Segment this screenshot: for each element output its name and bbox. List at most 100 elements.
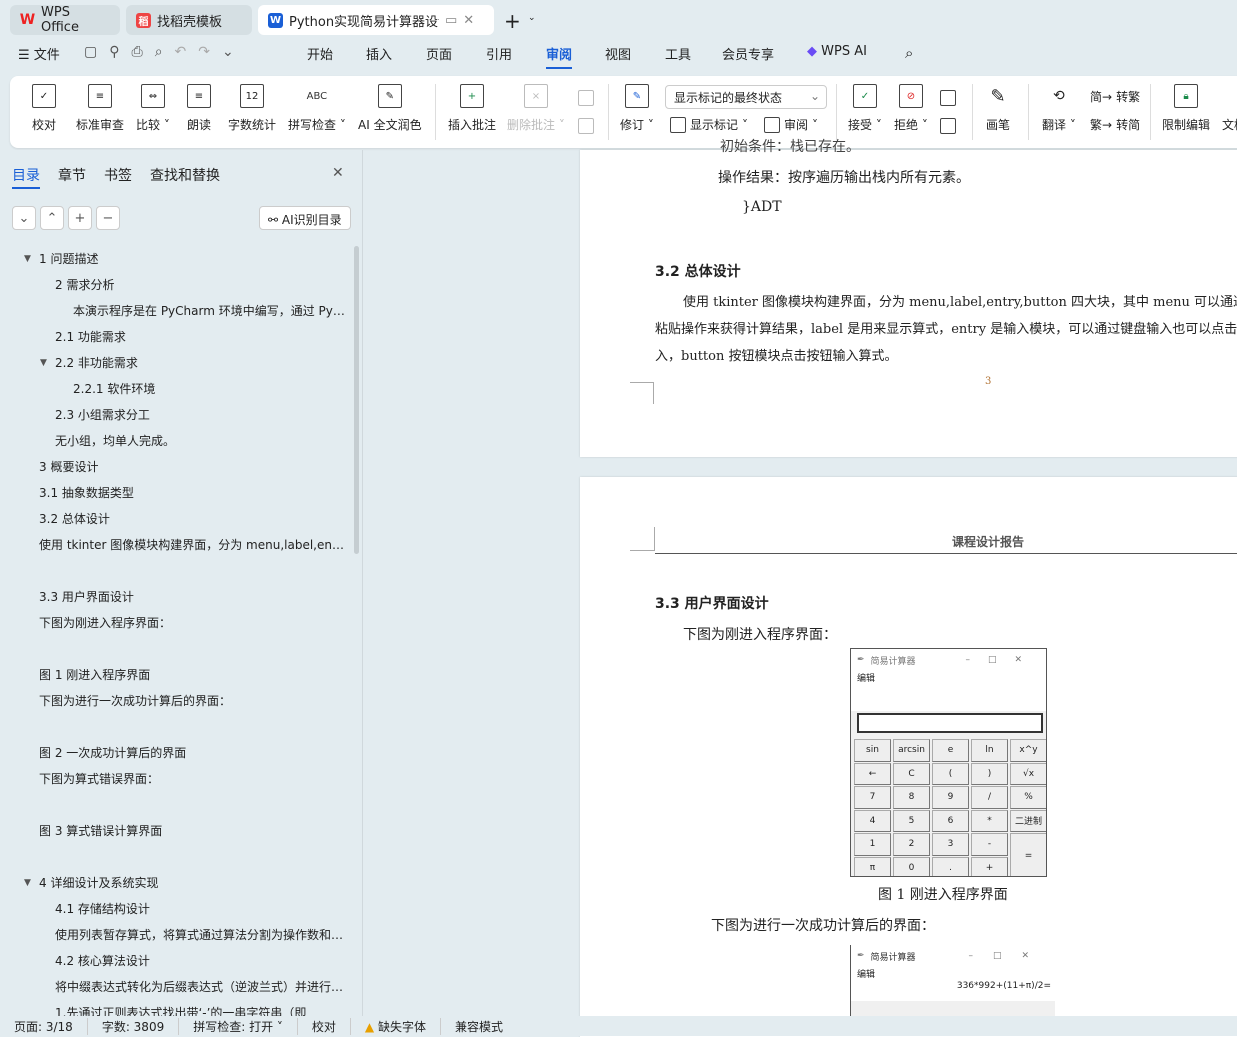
remove-heading-button[interactable]: − [96,206,120,230]
ai-toc-button[interactable]: ⚯ AI识别目录 [259,206,351,230]
toc-item[interactable]: 使用列表暂存算式，将算式通过算法分割为操作数和… [0,922,355,948]
menu-review[interactable]: 审阅 [546,44,573,69]
toc-item[interactable] [0,792,355,818]
print-icon[interactable]: ⎙ [132,44,155,60]
word-count[interactable]: 字数: 3809 [88,1017,180,1035]
toc-item[interactable]: ▼ 1 问题描述 [0,246,355,272]
toc-item[interactable]: 无小组，均单人完成。 [0,428,355,454]
toc-item[interactable]: 图 3 算式错误计算界面 [0,818,355,844]
track-changes-button[interactable]: ✎ 修订 ˅ [620,76,654,133]
toc-item[interactable]: 下图为进行一次成功计算后的界面： [0,688,355,714]
toc-item[interactable]: 下图为刚进入程序界面： [0,610,355,636]
menu-insert[interactable]: 插入 [366,44,392,63]
next-comment-icon[interactable] [578,118,594,134]
toc-item[interactable]: 使用 tkinter 图像模块构建界面，分为 menu,label,ent… [0,532,355,558]
toc-item[interactable]: 本演示程序是在 PyCharm 环境中编写，通过 Py… [0,298,355,324]
menu-page[interactable]: 页面 [426,44,452,63]
pen-button[interactable]: ✎ 画笔 [986,76,1010,133]
translate-button[interactable]: ⟲ 翻译 ˅ [1042,76,1076,133]
quick-access-toolbar: ▢⚲⎙⌕↶↷⌄ [84,44,246,60]
toc-item[interactable]: 2.3 小组需求分工 [0,402,355,428]
toc-item[interactable]: 2 需求分析 [0,272,355,298]
tab-document[interactable]: W Python实现简易计算器设计 课 ▭ ✕ [258,5,494,35]
toc-item[interactable]: 3.1 抽象数据类型 [0,480,355,506]
save-icon[interactable]: ▢ [84,44,109,60]
monitor-icon[interactable]: ▭ [445,13,457,28]
toc-item[interactable]: 3.2 总体设计 [0,506,355,532]
toc-item[interactable] [0,714,355,740]
toc-item[interactable]: 3.3 用户界面设计 [0,584,355,610]
toc-item[interactable]: 下图为算式错误界面： [0,766,355,792]
close-pane-icon[interactable]: ✕ [332,165,344,181]
menu-start[interactable]: 开始 [307,44,333,63]
restrict-editing-button[interactable]: 🔒︎ 限制编辑 [1162,76,1210,133]
search-icon[interactable]: ⌕ [905,44,913,62]
print-preview-icon[interactable]: ⌕ [155,44,175,60]
word-count-button[interactable]: 12 字数统计 [228,76,276,133]
next-change-icon[interactable] [940,118,956,134]
toc-item[interactable]: 将中缀表达式转化为后缀表达式（逆波兰式）并进行… [0,974,355,1000]
nav-tab-find-replace[interactable]: 查找和替换 [150,165,220,185]
toc-item[interactable]: 图 2 一次成功计算后的界面 [0,740,355,766]
toc-item[interactable]: ▼ 2.2 非功能需求 [0,350,355,376]
redo-icon[interactable]: ↷ [198,44,222,60]
prev-change-icon[interactable] [940,90,956,106]
read-aloud-button[interactable]: ≡ 朗读 [187,76,211,133]
undo-icon[interactable]: ↶ [175,44,199,60]
missing-font-status[interactable]: ▲ 缺失字体 [351,1017,441,1035]
page-indicator[interactable]: 页面: 3/18 [0,1017,88,1035]
toc-item[interactable] [0,636,355,662]
menu-tools[interactable]: 工具 [665,44,691,63]
toc-item[interactable]: 4.2 核心算法设计 [0,948,355,974]
delete-comment-button[interactable]: × 删除批注 ˅ [507,76,565,133]
expand-arrow-icon[interactable]: ▼ [40,350,47,376]
markup-state-select[interactable]: 显示标记的最终状态 ⌄ [665,85,827,109]
toc-item[interactable]: 2.2.1 软件环境 [0,376,355,402]
compare-button[interactable]: ⇔ 比较 ˅ [136,76,170,133]
to-simplified-button[interactable]: 繁→ 转简 [1090,116,1140,133]
expand-all-button[interactable]: ⌄ [12,206,36,230]
spell-check-status[interactable]: 拼写检查: 打开 ˅ [179,1017,298,1035]
tab-templates[interactable]: 稻找稻壳模板 [126,5,252,35]
collapse-button[interactable]: ⌃ [40,206,64,230]
tab-wps-office[interactable]: W WPS Office [10,5,120,35]
add-heading-button[interactable]: + [68,206,92,230]
toc-item[interactable] [0,844,355,870]
toc-item[interactable]: 3 概要设计 [0,454,355,480]
proof-status[interactable]: 校对 [298,1017,351,1035]
expand-arrow-icon[interactable]: ▼ [24,246,31,272]
proof-button[interactable]: ✓ 校对 [32,76,56,133]
nav-tab-chapters[interactable]: 章节 [58,165,86,185]
close-tab-icon[interactable]: ✕ [463,13,474,28]
menu-wps-ai[interactable]: ◆ WPS AI [807,44,867,59]
tab-list-chevron-icon[interactable]: ⌄ [528,13,536,23]
label: 删除批注 ˅ [507,118,565,132]
nav-tab-toc[interactable]: 目录 [12,165,40,189]
toc-item[interactable]: ▼ 4 详细设计及系统实现 [0,870,355,896]
insert-comment-button[interactable]: + 插入批注 [448,76,496,133]
document-button[interactable]: 文档 [1222,76,1237,133]
toc-item[interactable] [0,558,355,584]
toc-item[interactable]: 图 1 刚进入程序界面 [0,662,355,688]
menu-references[interactable]: 引用 [486,44,512,63]
review-pane-button[interactable]: 审阅 ˅ [764,116,818,133]
toc-item[interactable]: 4.1 存储结构设计 [0,896,355,922]
expand-arrow-icon[interactable]: ▼ [24,870,31,896]
reject-button[interactable]: ⊘ 拒绝 ˅ [894,76,928,133]
show-markup-button[interactable]: 显示标记 ˅ [670,116,748,133]
new-tab-icon[interactable]: + [504,9,521,33]
accept-button[interactable]: ✓ 接受 ˅ [848,76,882,133]
ai-polish-button[interactable]: ✎ AI 全文润色 [358,76,422,133]
menu-view[interactable]: 视图 [605,44,631,63]
nav-tab-bookmarks[interactable]: 书签 [104,165,132,185]
toc-item[interactable]: 2.1 功能需求 [0,324,355,350]
spell-check-button[interactable]: ABC 拼写检查 ˅ [288,76,346,133]
menu-member[interactable]: 会员专享 [722,44,774,63]
share-icon[interactable]: ⚲ [109,44,131,60]
outline-scrollbar[interactable] [354,246,359,554]
file-menu[interactable]: ☰ 文件 [18,44,60,63]
more-chevron-icon[interactable]: ⌄ [222,44,246,60]
prev-comment-icon[interactable] [578,90,594,106]
to-traditional-button[interactable]: 简→ 转繁 [1090,88,1140,105]
standard-review-button[interactable]: ≡ 标准审查 [76,76,124,133]
